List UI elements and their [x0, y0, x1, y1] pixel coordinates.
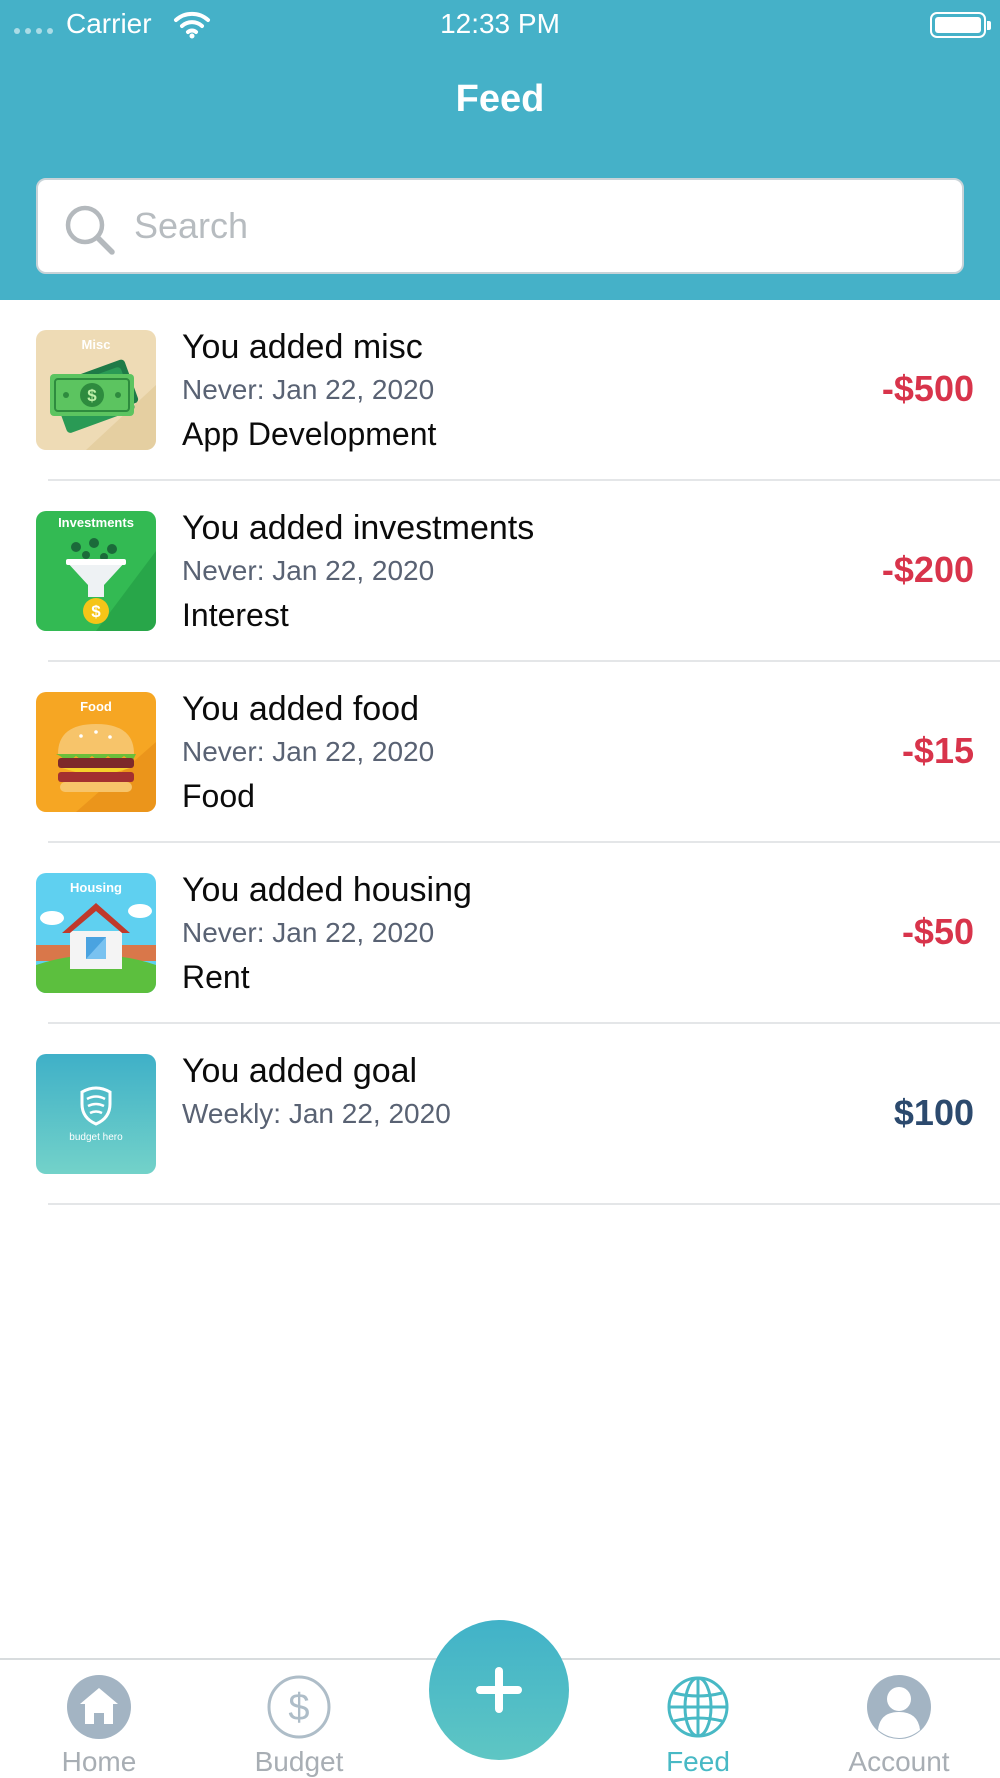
feed-item-note: App Development: [182, 416, 437, 452]
feed-item-date: Never: Jan 22, 2020: [182, 374, 435, 405]
goal-thumb-label: budget hero: [69, 1132, 123, 1143]
home-icon: [67, 1675, 131, 1739]
feed-item-title: You added housing: [182, 871, 472, 909]
burger-icon: Food: [36, 692, 156, 812]
feed-item-date: Weekly: Jan 22, 2020: [182, 1098, 451, 1129]
food-thumb-label: Food: [80, 699, 112, 714]
investments-thumb-label: Investments: [58, 515, 134, 530]
feed-item-food[interactable]: Food You added food Never: Jan 22, 2020 …: [0, 662, 1000, 843]
feed-item-title: You added goal: [182, 1052, 418, 1090]
feed-item-amount: -$50: [901, 911, 974, 952]
svg-text:$: $: [91, 602, 101, 621]
svg-text:$: $: [87, 386, 97, 405]
feed-item-title: You added misc: [182, 328, 423, 366]
funnel-icon: $ Investments: [36, 511, 156, 631]
clock: 12:33 PM: [440, 8, 560, 39]
food-thumbnail: Food: [36, 692, 156, 812]
dollar-icon: $: [267, 1675, 331, 1739]
feed-item-amount: -$15: [901, 730, 974, 771]
goal-thumbnail: budget hero: [36, 1054, 156, 1174]
feed-item-housing[interactable]: Housing You added housing Never: Jan 22,…: [0, 843, 1000, 1024]
investments-thumbnail: $ Investments: [36, 511, 156, 631]
feed-item-date: Never: Jan 22, 2020: [182, 736, 435, 767]
add-button[interactable]: [429, 1620, 569, 1760]
search-icon: [65, 205, 115, 255]
svg-text:$: $: [288, 1687, 309, 1729]
feed-item-note: Food: [182, 778, 255, 814]
feed-item-amount: -$500: [881, 368, 974, 409]
budget-hero-logo-icon: budget hero: [36, 1054, 156, 1174]
feed-item-note: Interest: [182, 597, 289, 633]
feed-item-investments[interactable]: $ Investments You added investments Neve…: [0, 481, 1000, 662]
tab-account[interactable]: Account: [819, 1674, 979, 1778]
tab-feed-label: Feed: [666, 1746, 730, 1777]
feed-item-date: Never: Jan 22, 2020: [182, 555, 435, 586]
feed-list: $ Misc You added misc Never: Jan 22, 202…: [0, 300, 1000, 1205]
feed-item-date: Never: Jan 22, 2020: [182, 917, 435, 948]
house-icon: Housing: [36, 873, 156, 993]
tab-budget-label: Budget: [254, 1746, 344, 1777]
search-input[interactable]: [134, 196, 934, 256]
tab-feed[interactable]: Feed: [618, 1674, 778, 1778]
feed-item-title: You added investments: [182, 509, 535, 547]
tab-home[interactable]: Home: [19, 1674, 179, 1778]
feed-item-misc[interactable]: $ Misc You added misc Never: Jan 22, 202…: [0, 300, 1000, 481]
battery-icon: [930, 12, 991, 38]
misc-thumb-label: Misc: [82, 337, 111, 352]
feed-item-amount: $100: [893, 1092, 974, 1133]
search-bar[interactable]: [36, 178, 964, 274]
tab-account-label: Account: [848, 1746, 950, 1777]
feed-item-note: Rent: [182, 959, 250, 995]
account-icon: [867, 1675, 931, 1739]
feed-item-goal[interactable]: budget hero You added goal Weekly: Jan 2…: [0, 1024, 1000, 1205]
misc-thumbnail: $ Misc: [36, 330, 156, 450]
page-title: Feed: [455, 78, 545, 120]
globe-icon: [667, 1676, 729, 1738]
feed-item-amount: -$200: [881, 549, 974, 590]
status-bar: Carrier 12:33 PM: [0, 0, 1000, 50]
header: Carrier 12:33 PM Feed: [0, 0, 1000, 300]
tab-home-label: Home: [61, 1746, 137, 1777]
feed-item-title: You added food: [182, 690, 419, 728]
money-icon: $ Misc: [36, 330, 156, 450]
housing-thumbnail: Housing: [36, 873, 156, 993]
housing-thumb-label: Housing: [70, 880, 122, 895]
tab-budget[interactable]: $ Budget: [219, 1674, 379, 1778]
